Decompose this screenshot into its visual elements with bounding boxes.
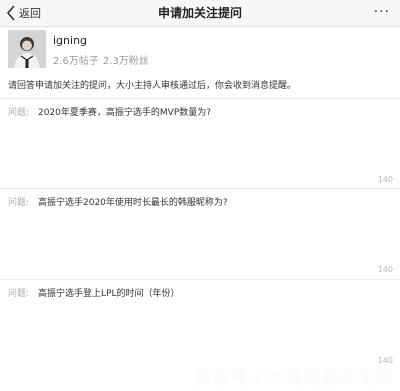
avatar[interactable]: [8, 30, 46, 68]
more-options-icon[interactable]: ···: [374, 3, 390, 21]
page-title: 申请加关注提问: [157, 6, 242, 20]
post-count: 2.6万帖子: [53, 56, 99, 67]
follower-count: 2.3万粉丝: [102, 56, 149, 67]
profile-stats: 2.6万帖子 2.3万粉丝: [53, 52, 149, 67]
avatar-photo: [8, 30, 46, 68]
char-limit-counter: 140: [377, 265, 393, 274]
username[interactable]: igning: [53, 34, 87, 47]
question-text: 2020年夏季赛，高振宁选手的MVP数量为?: [38, 108, 212, 118]
top-nav-bar: 返回 申请加关注提问 ···: [0, 0, 400, 27]
question-text: 高振宁选手2020年使用时长最长的韩服昵称为?: [38, 198, 228, 208]
profile-header: igning 2.6万帖子 2.3万粉丝: [8, 30, 392, 72]
question-block[interactable]: 问题: 2020年夏季赛，高振宁选手的MVP数量为? 140: [0, 98, 400, 188]
char-limit-counter: 140: [377, 175, 393, 184]
notice-text: 请回答申请加关注的提问，大小主持人审核通过后，你会收到消息提醒。: [8, 81, 297, 91]
question-label: 问题:: [8, 198, 30, 208]
question-block[interactable]: 问题: 高振宁选手2020年使用时长最长的韩服昵称为? 140: [0, 188, 400, 279]
question-label: 问题:: [8, 289, 30, 299]
watermark: 头条号 / 一路向前的北风: [194, 368, 394, 388]
question-label: 问题:: [8, 108, 30, 118]
question-text: 高振宁选手登上LPL的时间（年份）: [38, 289, 180, 299]
